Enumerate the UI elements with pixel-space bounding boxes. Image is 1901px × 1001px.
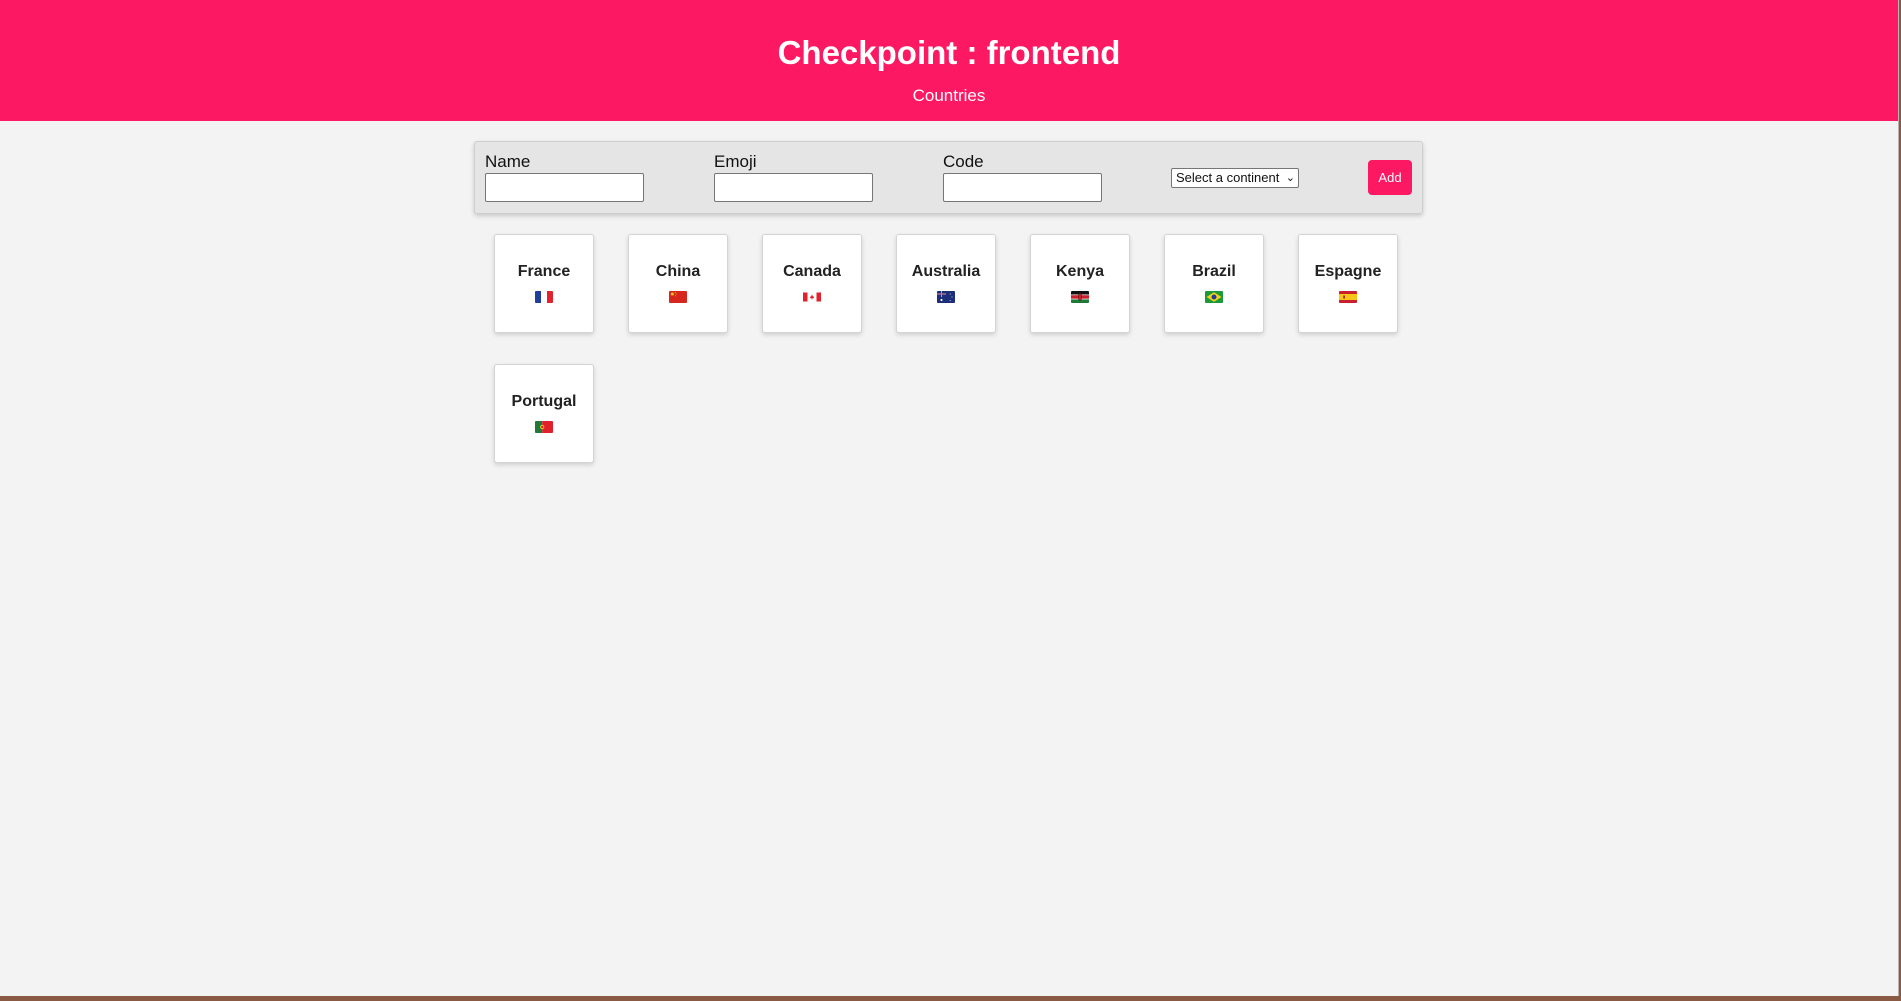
add-button[interactable]: Add xyxy=(1368,160,1412,195)
country-name: Espagne xyxy=(1314,263,1382,280)
country-name: Australia xyxy=(911,263,981,280)
code-label: Code xyxy=(943,152,984,171)
country-name: Portugal xyxy=(511,393,577,410)
code-field-group: Code xyxy=(943,152,1102,202)
country-card-canada[interactable]: Canada xyxy=(762,234,862,333)
country-name: Canada xyxy=(783,263,841,280)
country-card-portugal[interactable]: Portugal xyxy=(494,364,594,463)
france-flag-icon xyxy=(535,291,553,303)
chevron-down-icon: ⌄ xyxy=(1285,172,1295,184)
page-title: Checkpoint : frontend xyxy=(777,34,1121,71)
country-card-china[interactable]: China xyxy=(628,234,728,333)
country-name: France xyxy=(517,263,571,280)
canada-flag-icon xyxy=(803,292,821,302)
country-card-espagne[interactable]: Espagne xyxy=(1298,234,1398,333)
country-name: Brazil xyxy=(1192,263,1236,280)
spain-flag-icon xyxy=(1339,291,1357,303)
australia-flag-icon xyxy=(937,291,955,303)
country-card-kenya[interactable]: Kenya xyxy=(1030,234,1130,333)
country-card-brazil[interactable]: Brazil xyxy=(1164,234,1264,333)
kenya-flag-icon xyxy=(1071,291,1089,303)
china-flag-icon xyxy=(669,291,687,303)
country-name: Kenya xyxy=(1055,263,1105,280)
portugal-flag-icon xyxy=(535,421,553,433)
emoji-input[interactable] xyxy=(714,173,873,202)
page-header: Checkpoint : frontend Countries xyxy=(0,0,1898,121)
continent-select[interactable]: Select a continent ⌄ xyxy=(1171,168,1299,188)
country-name: China xyxy=(655,263,701,280)
country-card-france[interactable]: France xyxy=(494,234,594,333)
brazil-flag-icon xyxy=(1205,291,1223,303)
emoji-label: Emoji xyxy=(714,152,757,171)
country-card-australia[interactable]: Australia xyxy=(896,234,996,333)
name-label: Name xyxy=(485,152,531,171)
name-input[interactable] xyxy=(485,173,644,202)
continent-select-value: Select a continent xyxy=(1176,170,1280,185)
nav-link-countries[interactable]: Countries xyxy=(913,86,986,106)
app-viewport: Checkpoint : frontend Countries Name Emo… xyxy=(0,0,1899,996)
emoji-field-group: Emoji xyxy=(714,152,873,202)
code-input[interactable] xyxy=(943,173,1102,202)
add-country-form: Name Emoji Code Select a continent ⌄ Add xyxy=(474,141,1423,214)
name-field-group: Name xyxy=(485,152,644,202)
